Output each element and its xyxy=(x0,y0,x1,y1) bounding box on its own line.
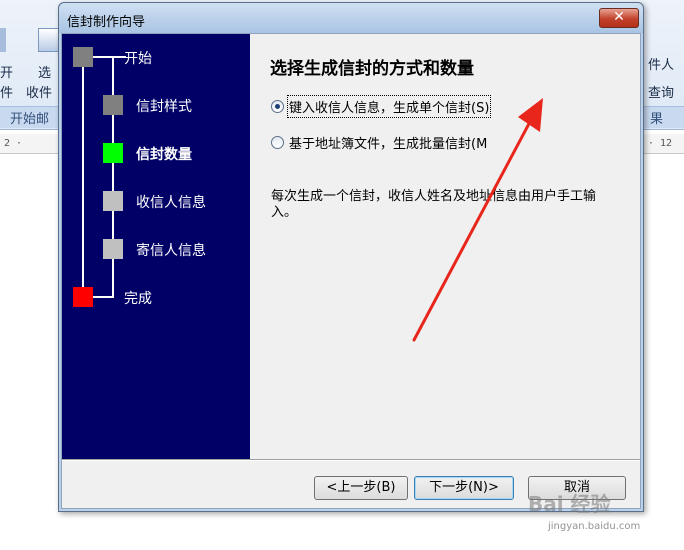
step-marker-recipient xyxy=(103,191,123,211)
step-label-start: 开始 xyxy=(124,51,152,67)
step-label-quantity: 信封数量 xyxy=(136,147,192,163)
option-batch-envelope-label[interactable]: 基于地址簿文件，生成批量信封(M xyxy=(289,133,487,152)
envelope-wizard-dialog: 信封制作向导 ✕ 开始 信封样式 信封数量 收信人信息 寄信人信息 完成 选择生 xyxy=(58,2,644,512)
baidu-watermark-url: jingyan.baidu.com xyxy=(548,521,641,532)
step-marker-style xyxy=(103,95,123,115)
step-label-recipient: 收信人信息 xyxy=(136,195,206,211)
bottom-separator xyxy=(62,459,640,461)
dialog-client-area: 开始 信封样式 信封数量 收信人信息 寄信人信息 完成 选择生成信封的方式和数量… xyxy=(61,33,641,509)
page-heading: 选择生成信封的方式和数量 xyxy=(270,59,474,79)
ribbon-label-recipient-right: 件人 xyxy=(648,58,675,73)
next-button[interactable]: 下一步(N)> xyxy=(414,476,514,500)
dialog-titlebar[interactable]: 信封制作向导 ✕ xyxy=(59,3,643,33)
option-single-envelope-label[interactable]: 键入收信人信息，生成单个信封(S) xyxy=(286,94,492,118)
baidu-watermark: Bai 经验 xyxy=(528,492,611,516)
select-recipients-icon xyxy=(38,28,60,52)
step-tree-vertical-line xyxy=(82,56,84,298)
step-marker-finish xyxy=(73,287,93,307)
ribbon-group-start-mail: 开始邮 xyxy=(10,112,50,127)
ribbon-group-result: 果 xyxy=(650,112,664,127)
option-description: 每次生成一个信封，收信人姓名及地址信息由用户手工输入。 xyxy=(271,189,597,220)
ruler-left-text: 2 · xyxy=(4,138,23,149)
radio-single-envelope[interactable] xyxy=(271,99,284,113)
ribbon-label-file: 件 xyxy=(0,86,14,101)
step-tree-inner-line xyxy=(112,56,114,298)
ruler-right-text: · 12 xyxy=(648,138,673,149)
step-label-sender: 寄信人信息 xyxy=(136,243,206,259)
step-marker-start xyxy=(73,47,93,67)
prev-button[interactable]: <上一步(B) xyxy=(314,476,408,500)
dialog-title: 信封制作向导 xyxy=(67,15,146,30)
step-marker-sender xyxy=(103,239,123,259)
ribbon-label-open: 开 xyxy=(0,66,14,81)
ribbon-icon-partial xyxy=(0,28,6,52)
close-icon: ✕ xyxy=(613,9,625,25)
ribbon-label-select: 选 xyxy=(38,66,52,81)
step-label-style: 信封样式 xyxy=(136,99,192,115)
step-label-finish: 完成 xyxy=(124,291,152,307)
wizard-step-panel: 开始 信封样式 信封数量 收信人信息 寄信人信息 完成 xyxy=(62,34,250,459)
option-batch-envelope[interactable]: 基于地址簿文件，生成批量信封(M xyxy=(271,133,487,152)
option-single-envelope[interactable]: 键入收信人信息，生成单个信封(S) xyxy=(271,94,492,118)
close-button[interactable]: ✕ xyxy=(599,8,639,28)
step-marker-quantity xyxy=(103,143,123,163)
ribbon-label-query: 查询 xyxy=(648,86,675,101)
ribbon-label-recipient: 收件 xyxy=(26,86,53,101)
radio-batch-envelope[interactable] xyxy=(271,135,284,149)
